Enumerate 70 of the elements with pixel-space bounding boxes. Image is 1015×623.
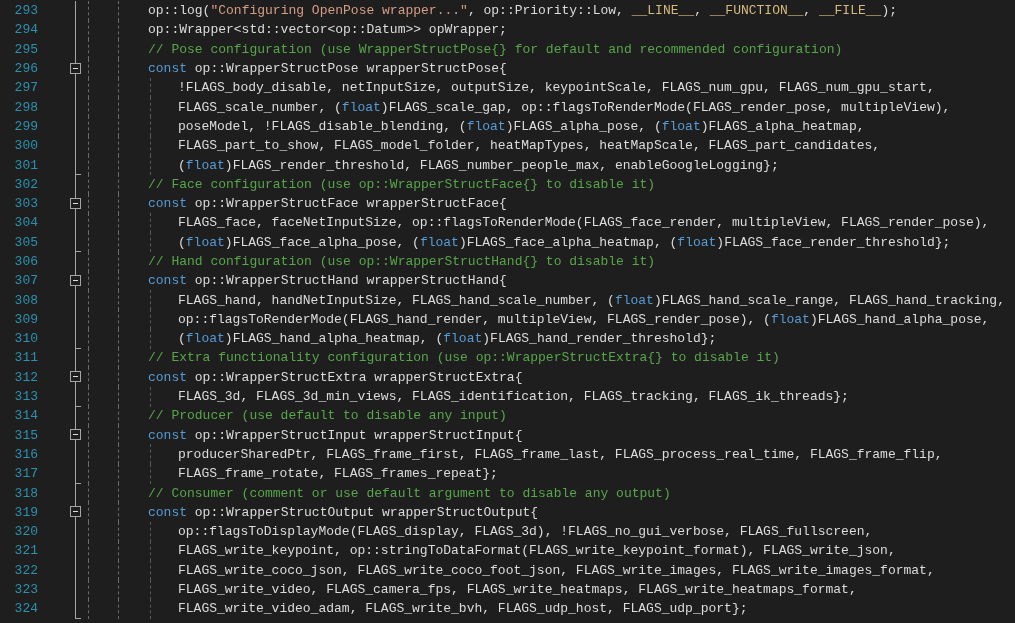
line-number: 312 bbox=[13, 369, 38, 385]
code-line: FLAGS_write_video_adam, FLAGS_write_bvh, FLAGS_udp_host, FLAGS_udp_port}; bbox=[178, 601, 748, 617]
code-line: const op::WrapperStructInput wrapperStructInput{ bbox=[148, 427, 523, 443]
line-number: 295 bbox=[13, 41, 38, 57]
code-line: FLAGS_scale_number, (float)FLAGS_scale_gap, op::flagsToRenderMode(FLAGS_render_pose, multipleView), bbox=[178, 99, 951, 115]
line-number: 293 bbox=[13, 3, 38, 19]
collapse-icon[interactable] bbox=[70, 371, 81, 383]
line-number: 310 bbox=[13, 331, 38, 347]
line-number: 305 bbox=[13, 234, 38, 250]
line-number: 320 bbox=[13, 524, 38, 540]
line-number: 316 bbox=[13, 446, 38, 462]
code-line: op::Wrapper<std::vector<op::Datum>> opWrapper; bbox=[148, 22, 507, 38]
code-line: FLAGS_face, faceNetInputSize, op::flagsToRenderMode(FLAGS_face_render, multipleView, FLAGS_render_pose), bbox=[178, 215, 990, 231]
code-line: FLAGS_hand, handNetInputSize, FLAGS_hand_scale_number, (float)FLAGS_hand_scale_range, FLAGS_hand_tracking, bbox=[178, 292, 1005, 308]
collapse-icon[interactable] bbox=[70, 429, 81, 441]
line-number: 322 bbox=[13, 562, 38, 578]
code-line: FLAGS_frame_rotate, FLAGS_frames_repeat}; bbox=[178, 466, 498, 482]
code-line: FLAGS_write_coco_json, FLAGS_write_coco_foot_json, FLAGS_write_images, FLAGS_write_images_format, bbox=[178, 562, 935, 578]
line-number: 301 bbox=[13, 157, 38, 173]
code-line: FLAGS_part_to_show, FLAGS_model_folder, heatMapTypes, heatMapScale, FLAGS_part_candidates, bbox=[178, 138, 881, 154]
line-number: 300 bbox=[13, 138, 38, 154]
line-number: 294 bbox=[13, 22, 38, 38]
collapse-icon[interactable] bbox=[70, 274, 81, 286]
line-number: 298 bbox=[13, 99, 38, 115]
code-comment: // Producer (use default to disable any input) bbox=[148, 408, 507, 424]
line-number: 302 bbox=[13, 176, 38, 192]
line-number: 313 bbox=[13, 389, 38, 405]
code-line: poseModel, !FLAGS_disable_blending, (float)FLAGS_alpha_pose, (float)FLAGS_alpha_heatmap, bbox=[178, 118, 865, 134]
line-number: 303 bbox=[13, 196, 38, 212]
line-number: 296 bbox=[13, 61, 38, 77]
line-number: 323 bbox=[13, 582, 38, 598]
code-line: FLAGS_3d, FLAGS_3d_min_views, FLAGS_identification, FLAGS_tracking, FLAGS_ik_threads}; bbox=[178, 389, 849, 405]
line-number: 311 bbox=[13, 350, 38, 366]
code-comment: // Consumer (comment or use default argument to disable any output) bbox=[148, 485, 671, 501]
code-line: (float)FLAGS_hand_alpha_heatmap, (float)FLAGS_hand_render_threshold}; bbox=[178, 331, 717, 347]
line-number: 321 bbox=[13, 543, 38, 559]
code-line: const op::WrapperStructPose wrapperStructPose{ bbox=[148, 61, 507, 77]
code-line: FLAGS_write_keypoint, op::stringToDataFormat(FLAGS_write_keypoint_format), FLAGS_write_json, bbox=[178, 543, 896, 559]
line-number: 314 bbox=[13, 408, 38, 424]
line-number: 308 bbox=[13, 292, 38, 308]
code-line: (float)FLAGS_render_threshold, FLAGS_number_people_max, enableGoogleLogging}; bbox=[178, 157, 779, 173]
collapse-icon[interactable] bbox=[70, 506, 81, 518]
code-comment: // Face configuration (use op::WrapperStructFace{} to disable it) bbox=[148, 176, 656, 192]
line-number: 304 bbox=[13, 215, 38, 231]
code-line: op::log("Configuring OpenPose wrapper...", op::Priority::Low, __LINE__, __FUNCTION__, __FILE__); bbox=[148, 3, 897, 19]
code-comment: // Hand configuration (use op::WrapperStructHand{} to disable it) bbox=[148, 254, 656, 269]
line-number: 309 bbox=[13, 311, 38, 327]
code-line: const op::WrapperStructOutput wrapperStructOutput{ bbox=[148, 504, 539, 520]
line-number: 307 bbox=[13, 273, 38, 289]
code-line: const op::WrapperStructFace wrapperStructFace{ bbox=[148, 196, 507, 212]
collapse-icon[interactable] bbox=[70, 197, 81, 209]
code-line: (float)FLAGS_face_alpha_pose, (float)FLAGS_face_alpha_heatmap, (float)FLAGS_face_render_threshold}; bbox=[178, 234, 951, 250]
code-line: FLAGS_write_video, FLAGS_camera_fps, FLAGS_write_heatmaps, FLAGS_write_heatmaps_format, bbox=[178, 582, 857, 598]
line-number: 319 bbox=[13, 504, 38, 520]
code-line: producerSharedPtr, FLAGS_frame_first, FLAGS_frame_last, FLAGS_process_real_time, FLAGS_frame_flip, bbox=[178, 446, 943, 462]
line-number: 318 bbox=[13, 485, 38, 501]
line-number: 324 bbox=[13, 601, 38, 617]
line-number: 299 bbox=[13, 118, 38, 134]
code-line: op::flagsToDisplayMode(FLAGS_display, FLAGS_3d), !FLAGS_no_gui_verbose, FLAGS_fullscreen, bbox=[178, 524, 873, 540]
line-number: 306 bbox=[13, 254, 38, 269]
code-line: const op::WrapperStructHand wrapperStructHand{ bbox=[148, 273, 507, 289]
code-line: !FLAGS_body_disable, netInputSize, outputSize, keypointScale, FLAGS_num_gpu, FLAGS_num_gpu_start, bbox=[178, 80, 935, 96]
collapse-icon[interactable] bbox=[70, 62, 81, 74]
line-number: 315 bbox=[13, 427, 38, 443]
code-comment: // Extra functionality configuration (use op::WrapperStructExtra{} to disable it) bbox=[148, 350, 780, 366]
code-line: op::flagsToRenderMode(FLAGS_hand_render, multipleView, FLAGS_render_pose), (float)FLAGS_hand_alpha_pose, bbox=[178, 311, 990, 327]
line-number: 297 bbox=[13, 80, 38, 96]
code-line: const op::WrapperStructExtra wrapperStructExtra{ bbox=[148, 369, 523, 385]
code-comment: // Pose configuration (use WrapperStructPose{} for default and recommended configuration) bbox=[148, 41, 843, 57]
line-number: 317 bbox=[13, 466, 38, 482]
